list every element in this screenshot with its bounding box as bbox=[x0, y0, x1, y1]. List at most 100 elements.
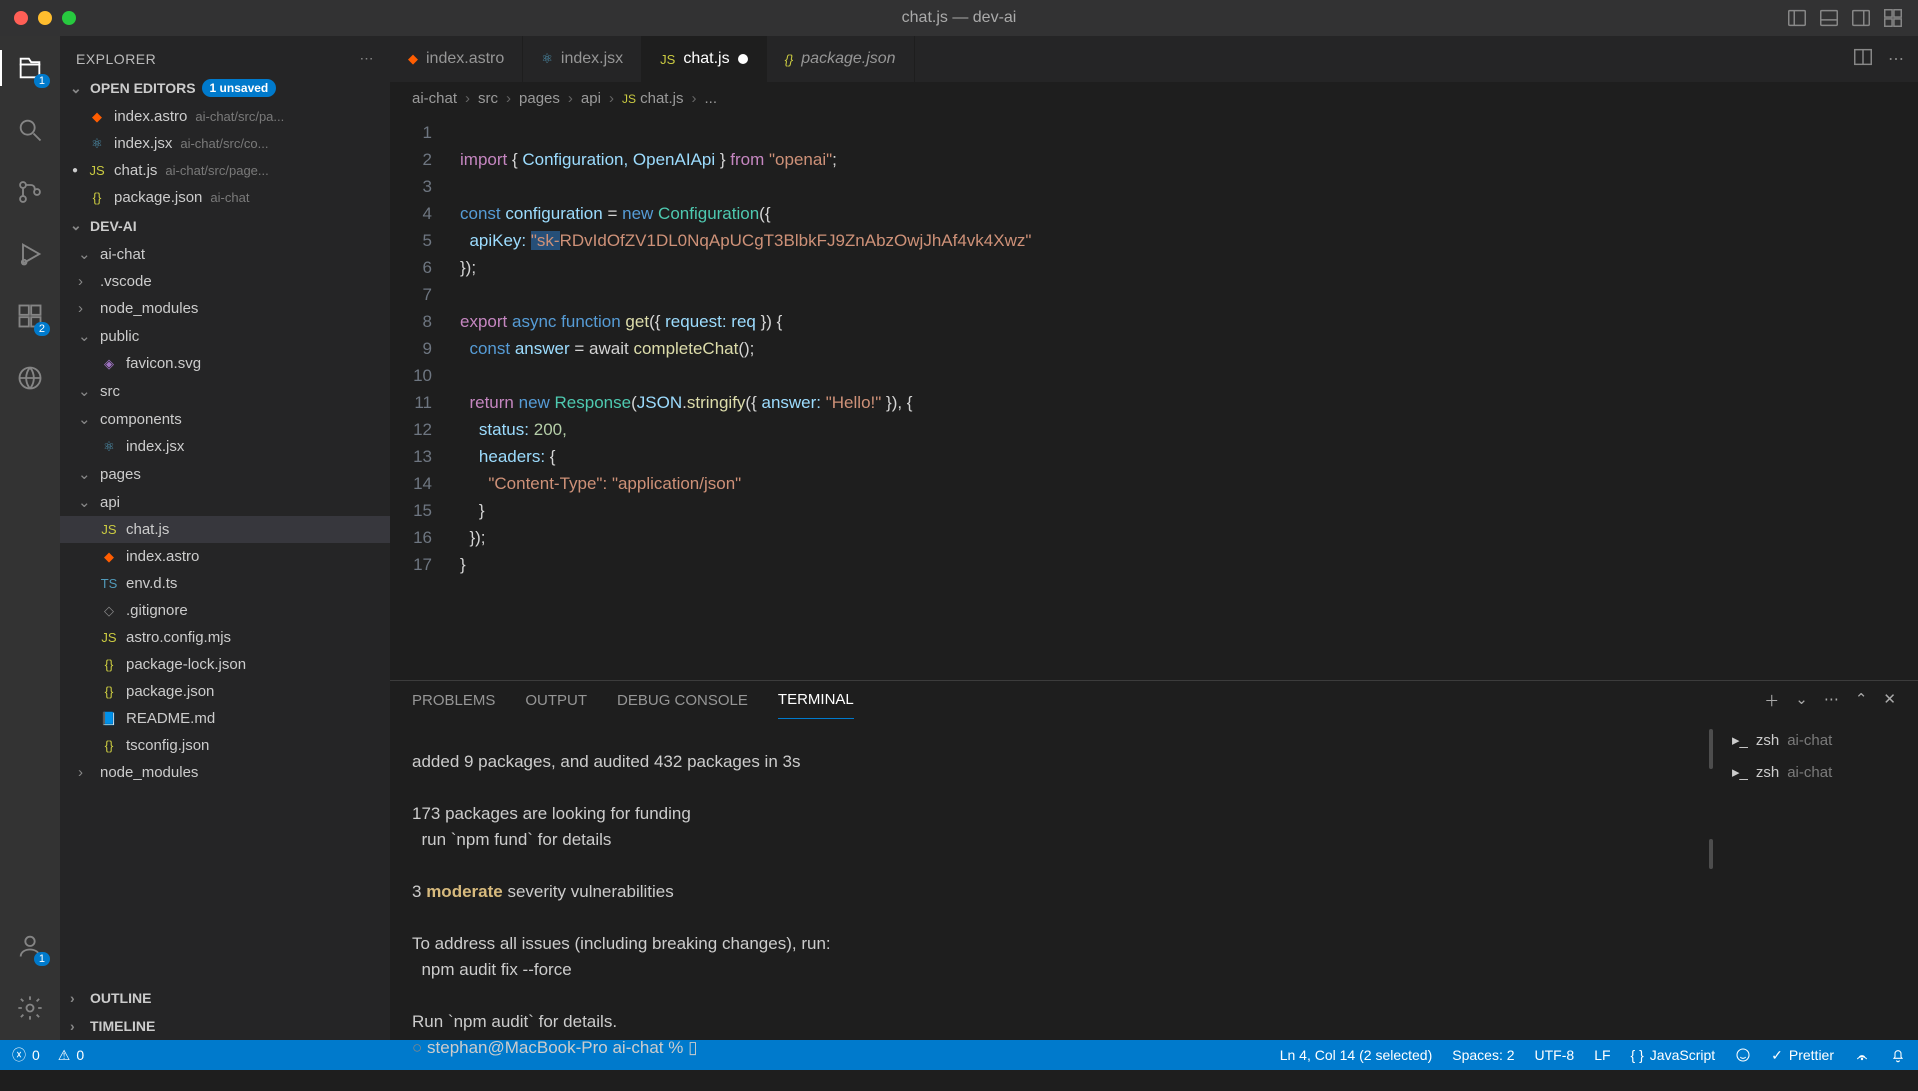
sidebar-more-icon[interactable]: ⋯ bbox=[360, 50, 375, 67]
customize-layout-icon[interactable] bbox=[1880, 5, 1906, 31]
open-editors-header[interactable]: ⌄ OPEN EDITORS 1 unsaved bbox=[60, 73, 390, 103]
file-tree-item[interactable]: ⌄src bbox=[60, 377, 390, 405]
open-editor-item[interactable]: {}package.json ai-chat bbox=[60, 184, 390, 211]
status-eol[interactable]: LF bbox=[1594, 1047, 1610, 1063]
tab-more-icon[interactable]: ⋯ bbox=[1888, 49, 1904, 69]
status-language[interactable]: { } JavaScript bbox=[1631, 1047, 1716, 1063]
breadcrumb-segment[interactable]: JS chat.js bbox=[622, 90, 684, 107]
editor-tab[interactable]: {}package.json bbox=[767, 36, 915, 82]
new-terminal-icon[interactable]: ＋ bbox=[1764, 690, 1779, 711]
js-file-icon: JS bbox=[100, 522, 118, 537]
timeline-header[interactable]: ›TIMELINE bbox=[60, 1012, 390, 1040]
terminal-dropdown-icon[interactable]: ⌄ bbox=[1795, 690, 1808, 711]
open-editor-item[interactable]: ⚛index.jsx ai-chat/src/co... bbox=[60, 130, 390, 157]
git-file-icon: ◇ bbox=[100, 603, 118, 619]
outline-header[interactable]: ›OUTLINE bbox=[60, 984, 390, 1012]
extensions-tab[interactable]: 2 bbox=[12, 298, 48, 334]
file-tree-item[interactable]: ›node_modules bbox=[60, 759, 390, 786]
breadcrumb[interactable]: ai-chat›src›pages›api›JS chat.js›... bbox=[390, 82, 1918, 115]
bottom-panel: PROBLEMS OUTPUT DEBUG CONSOLE TERMINAL ＋… bbox=[390, 680, 1918, 1040]
status-cursor[interactable]: Ln 4, Col 14 (2 selected) bbox=[1280, 1047, 1433, 1063]
accounts-badge: 1 bbox=[34, 952, 50, 966]
file-tree-item[interactable]: ›node_modules bbox=[60, 295, 390, 322]
file-tree-item[interactable]: {}package.json bbox=[60, 678, 390, 705]
editor-area: ◆index.astro⚛index.jsxJSchat.js{}package… bbox=[390, 36, 1918, 1040]
status-encoding[interactable]: UTF-8 bbox=[1535, 1047, 1575, 1063]
maximize-panel-icon[interactable]: ⌃ bbox=[1855, 690, 1868, 711]
breadcrumb-segment[interactable]: src bbox=[478, 90, 498, 107]
astro-file-icon: ◆ bbox=[100, 549, 118, 565]
remote-tab[interactable] bbox=[12, 360, 48, 396]
titlebar: chat.js — dev-ai bbox=[0, 0, 1918, 36]
status-radio-icon[interactable] bbox=[1854, 1047, 1870, 1063]
file-tree-item[interactable]: 📘README.md bbox=[60, 705, 390, 732]
close-panel-icon[interactable]: ✕ bbox=[1883, 690, 1896, 711]
tab-output[interactable]: OUTPUT bbox=[525, 682, 587, 719]
terminal-list: ▸_zsh ai-chat▸_zsh ai-chat bbox=[1718, 719, 1918, 1091]
zoom-window-button[interactable] bbox=[62, 11, 76, 25]
file-tree-item[interactable]: ⌄public bbox=[60, 322, 390, 350]
layout-sidebar-left-icon[interactable] bbox=[1784, 5, 1810, 31]
terminal-process[interactable]: ▸_zsh ai-chat bbox=[1728, 757, 1908, 789]
file-tree-item[interactable]: TSenv.d.ts bbox=[60, 570, 390, 597]
jsx-file-icon: ⚛ bbox=[100, 439, 118, 455]
js-file-icon: JS bbox=[88, 163, 106, 178]
editor-tab[interactable]: JSchat.js bbox=[642, 36, 766, 82]
chevron-icon: ⌄ bbox=[78, 465, 92, 483]
file-tree-item[interactable]: ⌄pages bbox=[60, 460, 390, 488]
file-tree-item[interactable]: ⚛index.jsx bbox=[60, 433, 390, 460]
status-feedback-icon[interactable] bbox=[1735, 1047, 1751, 1063]
chevron-icon: › bbox=[78, 300, 92, 317]
run-debug-tab[interactable] bbox=[12, 236, 48, 272]
accounts-icon[interactable]: 1 bbox=[12, 928, 48, 964]
file-tree-item[interactable]: ◈favicon.svg bbox=[60, 350, 390, 377]
file-tree-item[interactable]: JSchat.js bbox=[60, 516, 390, 543]
editor-tabs: ◆index.astro⚛index.jsxJSchat.js{}package… bbox=[390, 36, 1918, 82]
source-control-tab[interactable] bbox=[12, 174, 48, 210]
status-bell-icon[interactable] bbox=[1890, 1047, 1906, 1063]
terminal-more-icon[interactable]: ⋯ bbox=[1824, 690, 1839, 711]
layout-panel-icon[interactable] bbox=[1816, 5, 1842, 31]
status-prettier[interactable]: ✓ Prettier bbox=[1771, 1047, 1834, 1064]
file-tree-item[interactable]: ⌄components bbox=[60, 405, 390, 433]
terminal-icon: ▸_ bbox=[1732, 760, 1748, 786]
open-editor-item[interactable]: ◆index.astro ai-chat/src/pa... bbox=[60, 103, 390, 130]
file-tree-item[interactable]: ◇.gitignore bbox=[60, 597, 390, 624]
minimize-window-button[interactable] bbox=[38, 11, 52, 25]
terminal-scrollbar[interactable] bbox=[1706, 719, 1718, 1091]
breadcrumb-segment[interactable]: ai-chat bbox=[412, 90, 457, 107]
file-tree-item[interactable]: {}tsconfig.json bbox=[60, 732, 390, 759]
settings-gear-icon[interactable] bbox=[12, 990, 48, 1026]
editor-tab[interactable]: ⚛index.jsx bbox=[523, 36, 642, 82]
terminal-process[interactable]: ▸_zsh ai-chat bbox=[1728, 725, 1908, 757]
tab-terminal[interactable]: TERMINAL bbox=[778, 681, 854, 719]
file-tree-item[interactable]: JSastro.config.mjs bbox=[60, 624, 390, 651]
file-tree-item[interactable]: ◆index.astro bbox=[60, 543, 390, 570]
code-editor[interactable]: import { Configuration, OpenAIApi } from… bbox=[450, 115, 1918, 680]
file-tree-item[interactable]: ⌄api bbox=[60, 488, 390, 516]
status-warnings[interactable]: ⚠ 0 bbox=[58, 1047, 84, 1064]
file-tree-item[interactable]: {}package-lock.json bbox=[60, 651, 390, 678]
open-editor-item[interactable]: JSchat.js ai-chat/src/page... bbox=[60, 157, 390, 184]
layout-sidebar-right-icon[interactable] bbox=[1848, 5, 1874, 31]
tab-problems[interactable]: PROBLEMS bbox=[412, 682, 495, 719]
status-spaces[interactable]: Spaces: 2 bbox=[1452, 1047, 1514, 1063]
chevron-icon: ⌄ bbox=[78, 493, 92, 511]
close-window-button[interactable] bbox=[14, 11, 28, 25]
workspace-header[interactable]: ⌄ DEV-AI bbox=[60, 211, 390, 240]
tab-debug-console[interactable]: DEBUG CONSOLE bbox=[617, 682, 748, 719]
md-file-icon: 📘 bbox=[100, 711, 118, 727]
search-tab[interactable] bbox=[12, 112, 48, 148]
file-tree-item[interactable]: ›.vscode bbox=[60, 268, 390, 295]
status-errors[interactable]: ⓧ 0 bbox=[12, 1045, 40, 1065]
window-title: chat.js — dev-ai bbox=[902, 9, 1017, 27]
terminal-output[interactable]: added 9 packages, and audited 432 packag… bbox=[390, 719, 1706, 1091]
breadcrumb-segment[interactable]: api bbox=[581, 90, 601, 107]
modified-dot-icon bbox=[738, 54, 748, 64]
file-tree-item[interactable]: ⌄ai-chat bbox=[60, 240, 390, 268]
explorer-tab[interactable]: 1 bbox=[12, 50, 48, 86]
breadcrumb-segment[interactable]: pages bbox=[519, 90, 560, 107]
editor-tab[interactable]: ◆index.astro bbox=[390, 36, 523, 82]
breadcrumb-segment[interactable]: ... bbox=[704, 90, 717, 107]
split-editor-icon[interactable] bbox=[1852, 46, 1874, 73]
